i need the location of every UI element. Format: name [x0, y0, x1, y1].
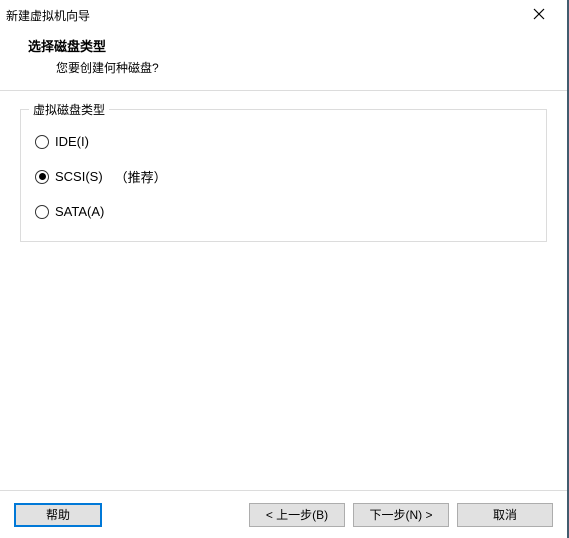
radio-icon	[35, 205, 49, 219]
fieldset-legend: 虚拟磁盘类型	[29, 101, 109, 118]
radio-option-ide[interactable]: IDE(I)	[35, 134, 532, 149]
radio-label-sata: SATA(A)	[55, 204, 104, 219]
content-area: 虚拟磁盘类型 IDE(I) SCSI(S) （推荐） SATA(A)	[0, 91, 567, 490]
close-button[interactable]	[519, 1, 559, 29]
cancel-button[interactable]: 取消	[457, 503, 553, 527]
back-button[interactable]: < 上一步(B)	[249, 503, 345, 527]
page-subtitle: 您要创建何种磁盘?	[0, 59, 567, 76]
close-icon	[533, 8, 545, 23]
next-button[interactable]: 下一步(N) >	[353, 503, 449, 527]
page-title: 选择磁盘类型	[0, 36, 567, 55]
radio-option-scsi[interactable]: SCSI(S) （推荐）	[35, 167, 532, 186]
radio-icon	[35, 170, 49, 184]
radio-label-scsi: SCSI(S)	[55, 169, 103, 184]
disk-type-fieldset: 虚拟磁盘类型 IDE(I) SCSI(S) （推荐） SATA(A)	[20, 109, 547, 242]
titlebar: 新建虚拟机向导	[0, 0, 567, 30]
wizard-header: 选择磁盘类型 您要创建何种磁盘?	[0, 30, 567, 90]
radio-icon	[35, 135, 49, 149]
radio-option-sata[interactable]: SATA(A)	[35, 204, 532, 219]
wizard-footer: 帮助 < 上一步(B) 下一步(N) > 取消	[0, 490, 567, 538]
radio-label-ide: IDE(I)	[55, 134, 89, 149]
window-title: 新建虚拟机向导	[6, 7, 90, 24]
radio-suffix-recommended: （推荐）	[115, 167, 167, 186]
help-button[interactable]: 帮助	[14, 503, 102, 527]
